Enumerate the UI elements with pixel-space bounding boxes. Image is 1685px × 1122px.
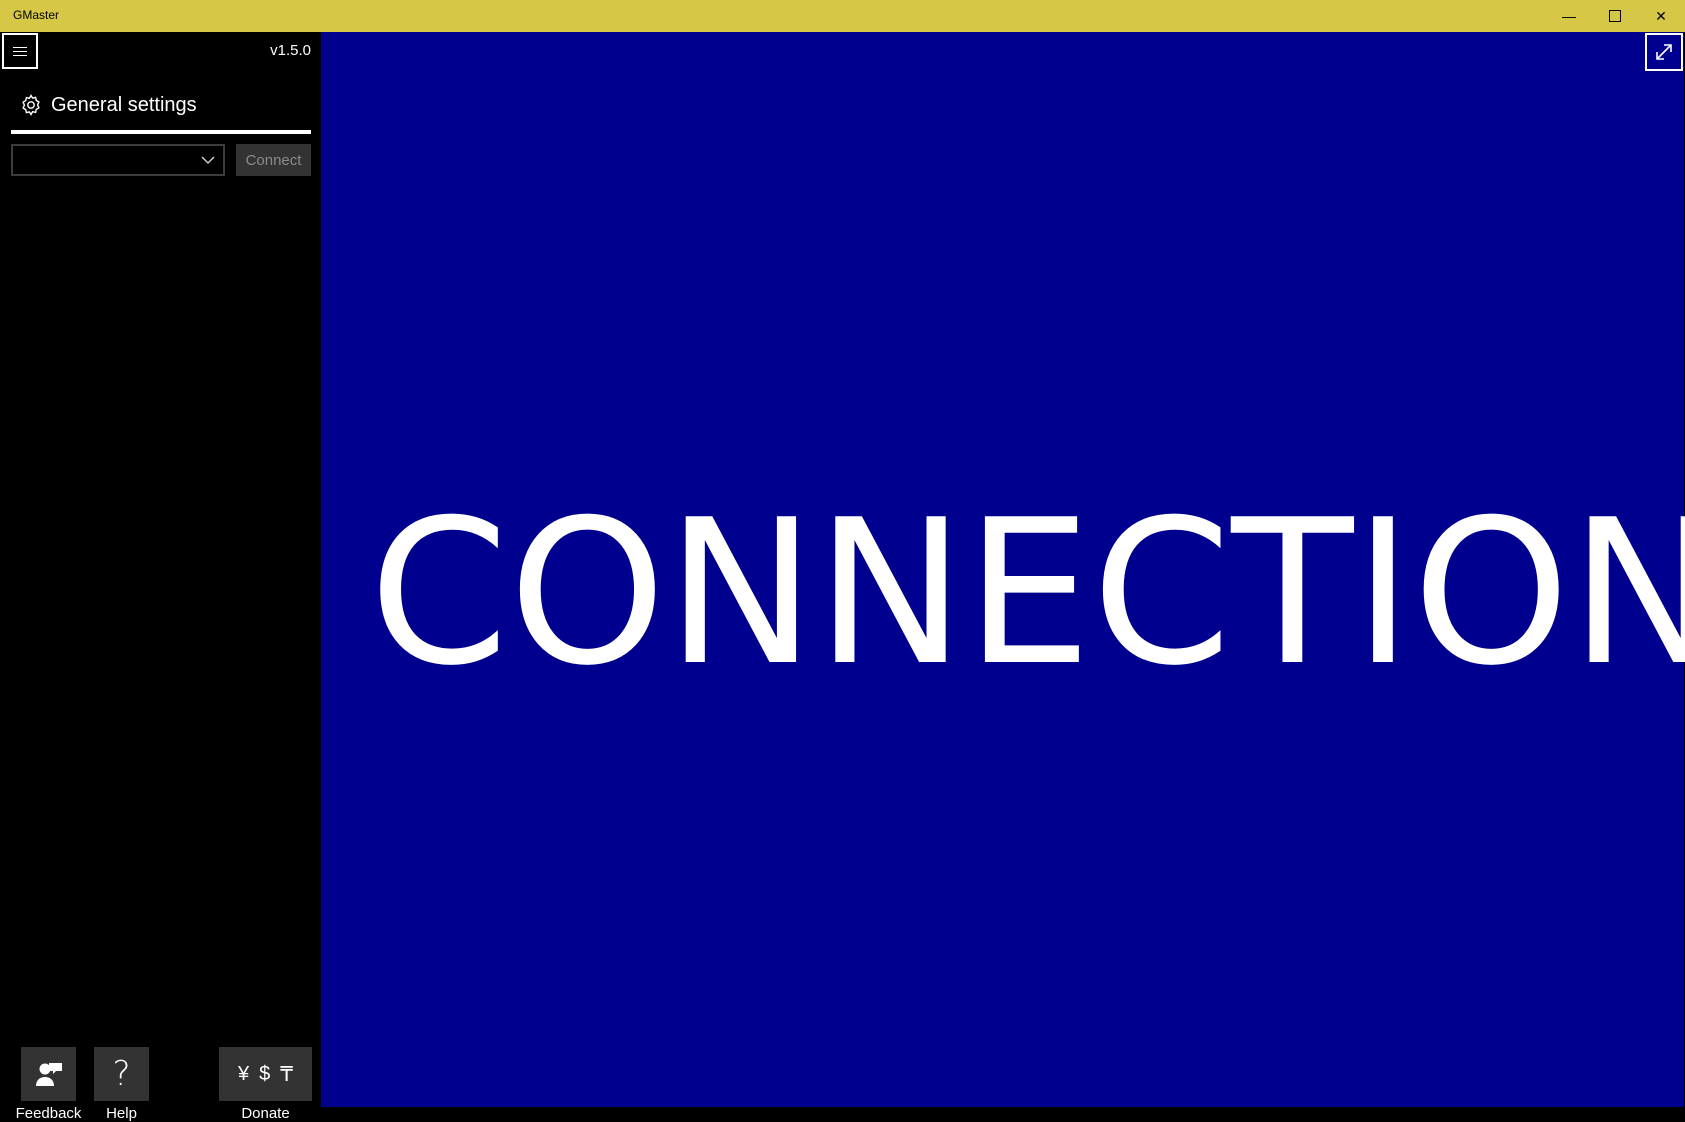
feedback-label: Feedback: [15, 1105, 82, 1122]
selection-underline: [11, 130, 311, 134]
main-panel: CONNECTION: [321, 32, 1685, 1107]
feedback-button[interactable]: [21, 1047, 76, 1101]
dollar-symbol: $: [259, 1062, 271, 1085]
close-icon: ✕: [1655, 7, 1667, 24]
tenge-symbol: ₸: [280, 1063, 293, 1086]
maximize-button[interactable]: [1592, 0, 1638, 32]
connect-button[interactable]: Connect: [236, 144, 311, 176]
maximize-icon: [1609, 10, 1621, 22]
help-icon: ?: [112, 1054, 131, 1094]
window-title: GMaster: [13, 8, 60, 22]
help-button[interactable]: ?: [94, 1047, 149, 1101]
minimize-button[interactable]: —: [1546, 0, 1592, 32]
feedback-icon: [35, 1063, 62, 1086]
chevron-down-icon: [201, 156, 215, 165]
hamburger-icon: [13, 46, 27, 56]
menu-button[interactable]: [2, 33, 38, 69]
title-bar: GMaster — ✕: [0, 0, 1685, 32]
close-button[interactable]: ✕: [1638, 0, 1684, 32]
donate-label: Donate: [241, 1105, 290, 1122]
help-label: Help: [106, 1105, 137, 1122]
connection-status-text: CONNECTION: [369, 477, 1685, 710]
sidebar: v1.5.0 General settings Connect ? ¥ $ ₸ …: [1, 32, 321, 1122]
version-label: v1.5.0: [270, 42, 311, 59]
donate-button[interactable]: ¥ $ ₸: [219, 1047, 312, 1101]
yen-symbol: ¥: [238, 1062, 250, 1085]
fullscreen-button[interactable]: [1645, 33, 1683, 71]
general-settings-label: General settings: [51, 93, 197, 116]
device-select[interactable]: [11, 144, 225, 176]
gear-icon: [22, 94, 40, 116]
general-settings-link[interactable]: General settings: [19, 90, 197, 120]
expand-icon: [1656, 44, 1672, 60]
minimize-icon: —: [1562, 8, 1576, 24]
